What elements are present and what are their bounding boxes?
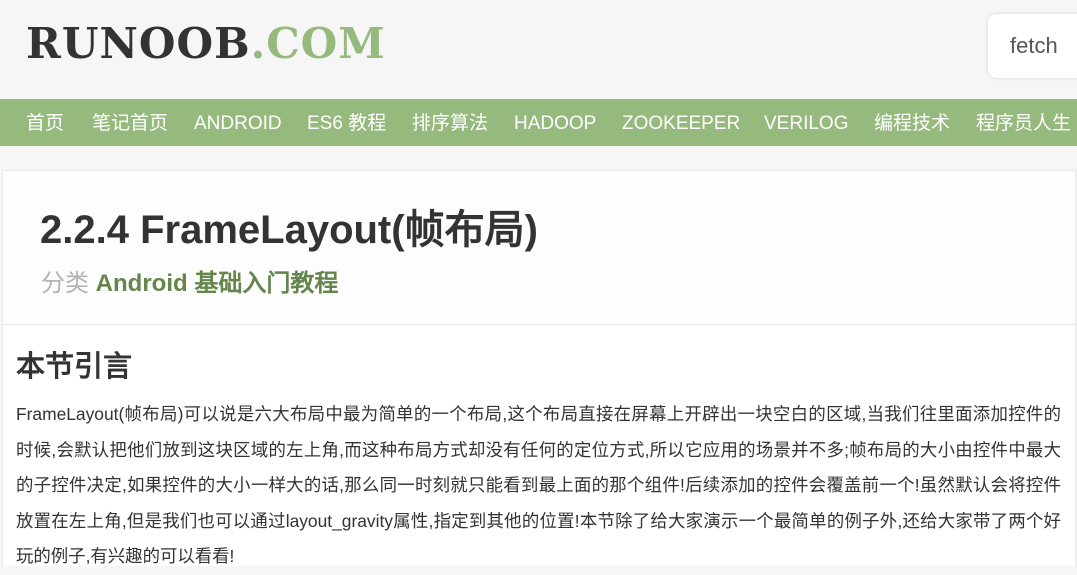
breadcrumb: 分类 Android 基础入门教程: [41, 270, 338, 298]
nav-item-zookeeper[interactable]: ZOOKEEPER: [622, 99, 740, 146]
nav-item-es6[interactable]: ES6 教程: [307, 99, 386, 146]
nav-item-android[interactable]: ANDROID: [194, 99, 282, 146]
logo-text-main: RUNOOB: [26, 19, 251, 68]
article-container: 2.2.4 FrameLayout(帧布局) 分类 Android 基础入门教程…: [2, 170, 1076, 566]
nav-item-home[interactable]: 首页: [26, 99, 64, 146]
intro-paragraph: FrameLayout(帧布局)可以说是六大布局中最为简单的一个布局,这个布局直…: [16, 404, 1061, 566]
nav-item-sort[interactable]: 排序算法: [412, 99, 488, 146]
article-title-area: 2.2.4 FrameLayout(帧布局) 分类 Android 基础入门教程: [3, 171, 1075, 325]
nav-item-verilog[interactable]: VERILOG: [764, 99, 848, 146]
site-logo[interactable]: RUNOOB.COM: [26, 20, 386, 68]
category-link[interactable]: Android 基础入门教程: [96, 270, 339, 297]
main-nav: 首页 笔记首页 ANDROID ES6 教程 排序算法 HADOOP ZOOKE…: [0, 99, 1077, 146]
logo-text-domain: .COM: [250, 19, 386, 68]
section-heading: 本节引言: [16, 351, 133, 383]
category-label: 分类: [41, 270, 89, 297]
nav-item-programming[interactable]: 编程技术: [874, 99, 950, 146]
site-header: RUNOOB.COM fetch: [0, 0, 1077, 99]
search-input[interactable]: fetch: [988, 14, 1077, 78]
page-title: 2.2.4 FrameLayout(帧布局): [40, 208, 538, 252]
nav-item-notes[interactable]: 笔记首页: [92, 99, 168, 146]
search-input-value: fetch: [1010, 33, 1058, 58]
nav-item-hadoop[interactable]: HADOOP: [514, 99, 596, 146]
nav-item-programmer-life[interactable]: 程序员人生: [976, 99, 1071, 146]
